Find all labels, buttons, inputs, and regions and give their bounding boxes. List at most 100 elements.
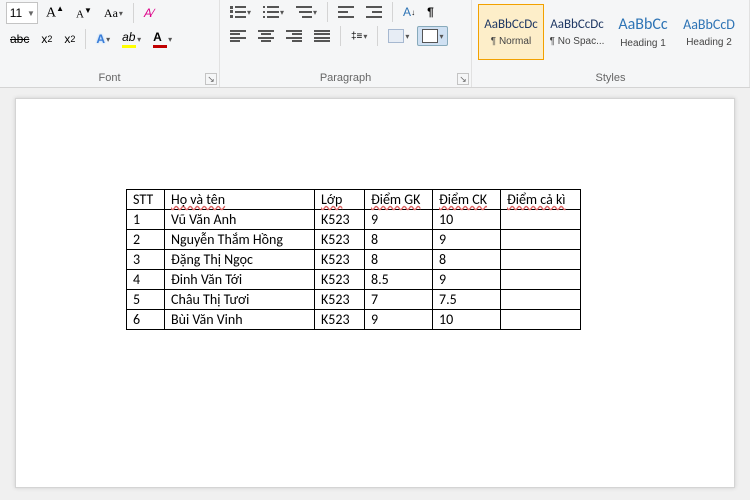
cell-gk[interactable]: 8.5 xyxy=(365,270,433,290)
cell-ck[interactable]: 10 xyxy=(433,310,501,330)
font-dialog-launcher[interactable]: ↘ xyxy=(205,73,217,85)
numbering-button[interactable]: ▾ xyxy=(259,3,288,21)
document-area: STT Họ và tên Lớp Điểm GK Điểm CK Điểm c… xyxy=(0,88,750,500)
styles-group: AaBbCcDc ¶ Normal AaBbCcDc ¶ No Spac... … xyxy=(472,0,750,87)
divider xyxy=(133,3,134,23)
cell-caki[interactable] xyxy=(501,210,581,230)
strikethrough-button[interactable]: abc xyxy=(6,30,33,48)
cell-gk[interactable]: 8 xyxy=(365,230,433,250)
cell-lop[interactable]: K523 xyxy=(315,230,365,250)
table-row[interactable]: 4Đinh Văn TớiK5238.59 xyxy=(127,270,581,290)
table-row[interactable]: 1Vũ Văn AnhK523910 xyxy=(127,210,581,230)
cell-ck[interactable]: 9 xyxy=(433,230,501,250)
cell-lop[interactable]: K523 xyxy=(315,270,365,290)
header-lop[interactable]: Lớp xyxy=(315,190,365,210)
clear-formatting-button[interactable]: A∕ xyxy=(140,4,158,22)
cell-name[interactable]: Vũ Văn Anh xyxy=(165,210,315,230)
style-sample: AaBbCc xyxy=(618,15,667,34)
header-ck[interactable]: Điểm CK xyxy=(433,190,501,210)
cell-stt[interactable]: 4 xyxy=(127,270,165,290)
shading-button[interactable]: ▾ xyxy=(384,27,413,45)
change-case-button[interactable]: Aa▾ xyxy=(100,4,127,23)
grow-font-button[interactable]: A▲ xyxy=(42,2,68,24)
paragraph-group: ▾ ▾ ▾ A↓ ¶ ‡≡▾ ▾ ▾ Parag xyxy=(220,0,472,87)
divider xyxy=(377,26,378,46)
bullets-button[interactable]: ▾ xyxy=(226,3,255,21)
superscript-button[interactable]: x2 xyxy=(60,30,79,48)
style-name-label: ¶ No Spac... xyxy=(550,36,605,47)
cell-stt[interactable]: 3 xyxy=(127,250,165,270)
show-paragraph-marks-button[interactable]: ¶ xyxy=(423,3,438,21)
cell-gk[interactable]: 9 xyxy=(365,310,433,330)
cell-name[interactable]: Đinh Văn Tới xyxy=(165,270,315,290)
decrease-indent-button[interactable] xyxy=(334,3,358,21)
cell-gk[interactable]: 8 xyxy=(365,250,433,270)
cell-ck[interactable]: 9 xyxy=(433,270,501,290)
cell-caki[interactable] xyxy=(501,270,581,290)
text-effects-button[interactable]: A▾ xyxy=(92,30,114,48)
line-spacing-button[interactable]: ‡≡▾ xyxy=(347,29,371,44)
table-row[interactable]: 5Châu Thị TươiK52377.5 xyxy=(127,290,581,310)
divider xyxy=(392,2,393,22)
document-page[interactable]: STT Họ và tên Lớp Điểm GK Điểm CK Điểm c… xyxy=(15,98,735,488)
sort-button[interactable]: A↓ xyxy=(399,3,419,21)
style-heading2[interactable]: AaBbCcD Heading 2 xyxy=(676,4,742,60)
data-table[interactable]: STT Họ và tên Lớp Điểm GK Điểm CK Điểm c… xyxy=(126,189,581,330)
header-caki[interactable]: Điểm cả kì xyxy=(501,190,581,210)
highlight-button[interactable]: ab▾ xyxy=(118,28,145,50)
table-row[interactable]: 6Bùi Văn VinhK523910 xyxy=(127,310,581,330)
cell-lop[interactable]: K523 xyxy=(315,210,365,230)
header-stt[interactable]: STT xyxy=(127,190,165,210)
cell-name[interactable]: Nguyễn Thắm Hồng xyxy=(165,230,315,250)
cell-ck[interactable]: 10 xyxy=(433,210,501,230)
cell-caki[interactable] xyxy=(501,290,581,310)
cell-name[interactable]: Đặng Thị Ngọc xyxy=(165,250,315,270)
style-no-spacing[interactable]: AaBbCcDc ¶ No Spac... xyxy=(544,4,610,60)
cell-ck[interactable]: 8 xyxy=(433,250,501,270)
cell-gk[interactable]: 9 xyxy=(365,210,433,230)
shrink-font-button[interactable]: A▼ xyxy=(72,4,96,23)
table-row[interactable]: 3Đặng Thị NgọcK52388 xyxy=(127,250,581,270)
style-heading1[interactable]: AaBbCc Heading 1 xyxy=(610,4,676,60)
font-size-combo[interactable]: ▼ xyxy=(6,2,38,24)
divider xyxy=(327,2,328,22)
style-normal[interactable]: AaBbCcDc ¶ Normal xyxy=(478,4,544,60)
font-size-input[interactable] xyxy=(7,5,25,21)
header-hoten[interactable]: Họ và tên xyxy=(165,190,315,210)
style-name-label: Heading 2 xyxy=(686,37,732,48)
borders-button[interactable]: ▾ xyxy=(417,26,448,46)
style-gallery: AaBbCcDc ¶ Normal AaBbCcDc ¶ No Spac... … xyxy=(478,2,743,60)
multilevel-list-button[interactable]: ▾ xyxy=(292,3,321,21)
table-header-row[interactable]: STT Họ và tên Lớp Điểm GK Điểm CK Điểm c… xyxy=(127,190,581,210)
cell-caki[interactable] xyxy=(501,250,581,270)
increase-indent-button[interactable] xyxy=(362,3,386,21)
style-sample: AaBbCcD xyxy=(683,16,735,33)
cell-lop[interactable]: K523 xyxy=(315,250,365,270)
cell-caki[interactable] xyxy=(501,230,581,250)
cell-stt[interactable]: 6 xyxy=(127,310,165,330)
cell-stt[interactable]: 5 xyxy=(127,290,165,310)
font-color-button[interactable]: A▾ xyxy=(149,28,176,50)
font-group-label: Font xyxy=(6,70,213,85)
chevron-down-icon[interactable]: ▼ xyxy=(25,9,37,18)
table-row[interactable]: 2Nguyễn Thắm HồngK52389 xyxy=(127,230,581,250)
justify-button[interactable] xyxy=(310,27,334,45)
subscript-button[interactable]: x2 xyxy=(37,30,56,48)
cell-ck[interactable]: 7.5 xyxy=(433,290,501,310)
cell-name[interactable]: Châu Thị Tươi xyxy=(165,290,315,310)
style-name-label: Heading 1 xyxy=(620,38,666,49)
cell-lop[interactable]: K523 xyxy=(315,290,365,310)
cell-lop[interactable]: K523 xyxy=(315,310,365,330)
header-gk[interactable]: Điểm GK xyxy=(365,190,433,210)
cell-name[interactable]: Bùi Văn Vinh xyxy=(165,310,315,330)
cell-stt[interactable]: 2 xyxy=(127,230,165,250)
cell-stt[interactable]: 1 xyxy=(127,210,165,230)
paragraph-dialog-launcher[interactable]: ↘ xyxy=(457,73,469,85)
align-right-button[interactable] xyxy=(282,27,306,45)
style-sample: AaBbCcDc xyxy=(550,17,604,32)
align-left-button[interactable] xyxy=(226,27,250,45)
cell-caki[interactable] xyxy=(501,310,581,330)
align-center-button[interactable] xyxy=(254,27,278,45)
style-sample: AaBbCcDc xyxy=(484,17,538,32)
cell-gk[interactable]: 7 xyxy=(365,290,433,310)
